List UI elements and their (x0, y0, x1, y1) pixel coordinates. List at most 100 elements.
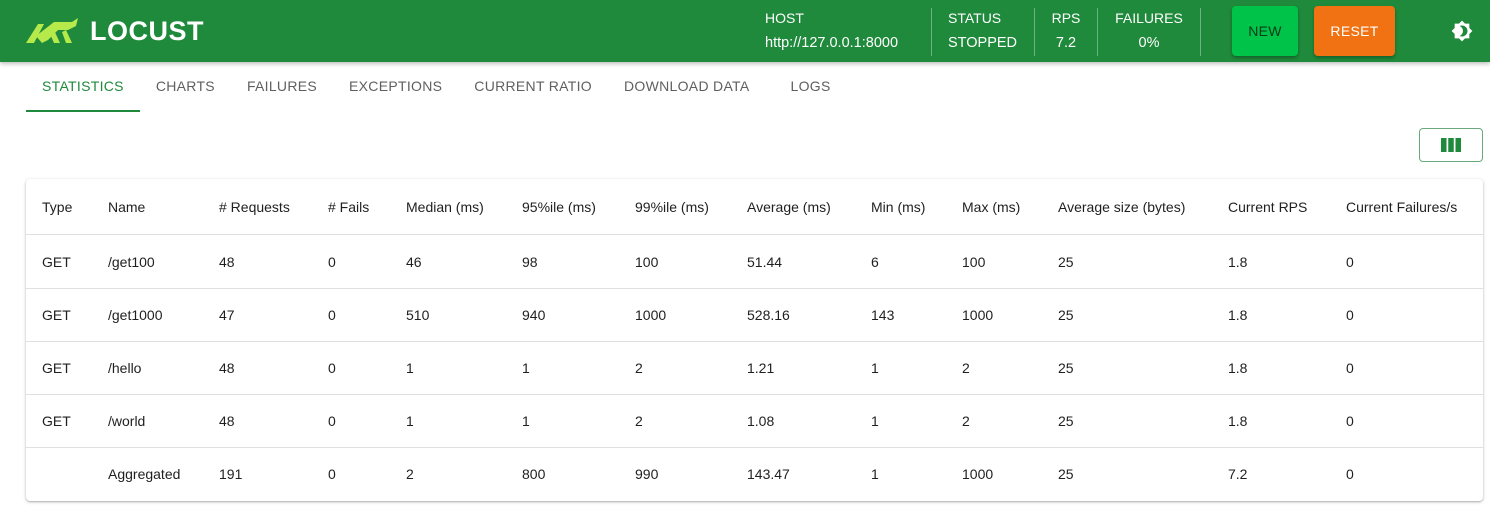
column-header[interactable]: # Fails (328, 179, 369, 235)
status-label: STATUS (948, 10, 1002, 26)
tab-charts[interactable]: CHARTS (140, 62, 231, 111)
column-header[interactable]: Min (ms) (871, 179, 925, 235)
table-cell: 143.47 (747, 466, 790, 482)
table-cell: 25 (1058, 307, 1074, 323)
table-cell: 1.21 (747, 360, 775, 376)
table-cell: 100 (635, 254, 659, 270)
brightness-icon[interactable] (1451, 20, 1473, 42)
tab-statistics[interactable]: STATISTICS (26, 62, 140, 112)
app-name: LOCUST (90, 15, 204, 46)
locust-logo[interactable]: LOCUST (24, 14, 204, 48)
table-cell: 2 (406, 466, 414, 482)
divider (1097, 8, 1098, 56)
table-cell: 2 (635, 360, 643, 376)
column-header[interactable]: Type (42, 179, 72, 235)
table-cell: 800 (522, 466, 546, 482)
host-value: http://127.0.0.1:8000 (765, 35, 899, 51)
table-cell: GET (42, 254, 71, 270)
table-cell: 1.8 (1228, 413, 1248, 429)
columns-button[interactable] (1419, 128, 1483, 162)
failures-label: FAILURES (1115, 10, 1183, 26)
column-header[interactable]: Median (ms) (406, 179, 484, 235)
table-cell: 98 (522, 254, 538, 270)
table-cell: 48 (219, 360, 235, 376)
table-cell: 25 (1058, 413, 1074, 429)
table-cell: 940 (522, 307, 546, 323)
column-header[interactable]: Average size (bytes) (1058, 179, 1185, 235)
table-cell: GET (42, 413, 71, 429)
divider (1034, 8, 1035, 56)
table-cell: 25 (1058, 254, 1074, 270)
tab-failures[interactable]: FAILURES (231, 62, 333, 111)
host-label: HOST (765, 10, 804, 26)
table-cell: 48 (219, 254, 235, 270)
table-cell: 1000 (962, 307, 994, 323)
tab-download-data[interactable]: DOWNLOAD DATA (608, 62, 766, 111)
column-header[interactable]: # Requests (219, 179, 290, 235)
table-cell: 2 (962, 413, 970, 429)
divider (1200, 8, 1201, 56)
rps-label: RPS (1051, 10, 1081, 26)
table-cell: 0 (1346, 360, 1354, 376)
column-header[interactable]: 95%ile (ms) (522, 179, 596, 235)
tab-exceptions[interactable]: EXCEPTIONS (333, 62, 458, 111)
table-cell: 0 (328, 254, 336, 270)
table-cell: /get100 (108, 254, 155, 270)
table-cell: 1 (871, 413, 879, 429)
table-cell: 1.8 (1228, 307, 1248, 323)
table-cell: 7.2 (1228, 466, 1248, 482)
table-cell: /hello (108, 360, 142, 376)
table-cell: 100 (962, 254, 986, 270)
failures-stat: FAILURES 0% (1112, 10, 1186, 51)
table-cell: 25 (1058, 466, 1074, 482)
table-cell: 0 (328, 413, 336, 429)
table-cell: 0 (1346, 413, 1354, 429)
table-cell: 0 (328, 360, 336, 376)
column-header[interactable]: Name (108, 179, 145, 235)
table-cell: 0 (328, 466, 336, 482)
table-cell: 51.44 (747, 254, 783, 270)
table-cell: 510 (406, 307, 430, 323)
tab-logs[interactable]: LOGS (766, 62, 847, 111)
table-cell: GET (42, 360, 71, 376)
table-cell: 1.8 (1228, 254, 1248, 270)
tab-current-ratio[interactable]: CURRENT RATIO (458, 62, 608, 111)
new-button[interactable]: NEW (1232, 6, 1298, 56)
table-cell: 990 (635, 466, 659, 482)
table-cell: 6 (871, 254, 879, 270)
table-row: GET/get1000 47 0 510 940 1000 528.16 143 1000 25 1… (26, 289, 1483, 342)
column-header[interactable]: Max (ms) (962, 179, 1020, 235)
table-cell: 46 (406, 254, 422, 270)
table-cell: 0 (1346, 254, 1354, 270)
table-cell: 1.8 (1228, 360, 1248, 376)
statistics-table: Type Name # Requests # Fails Median (ms) 95%i… (26, 179, 1483, 501)
rps-stat: RPS 7.2 (1048, 10, 1084, 51)
status-value: STOPPED (948, 35, 1018, 51)
table-cell: 48 (219, 413, 235, 429)
table-cell: 1 (871, 466, 879, 482)
table-cell: 0 (1346, 466, 1354, 482)
table-cell: 191 (219, 466, 243, 482)
table-cell: 1 (522, 413, 530, 429)
rps-value: 7.2 (1055, 35, 1077, 51)
table-cell: 2 (962, 360, 970, 376)
failures-value: 0% (1138, 35, 1160, 51)
table-cell: 143 (871, 307, 895, 323)
table-cell: 47 (219, 307, 235, 323)
locust-logo-icon (26, 18, 78, 43)
table-cell: /get1000 (108, 307, 163, 323)
column-header[interactable]: Average (ms) (747, 179, 831, 235)
table-cell: 1 (871, 360, 879, 376)
status-stat: STATUS STOPPED (948, 10, 1017, 51)
column-header[interactable]: Current RPS (1228, 179, 1307, 235)
table-cell: GET (42, 307, 71, 323)
column-header[interactable]: 99%ile (ms) (635, 179, 709, 235)
reset-button[interactable]: RESET (1314, 6, 1395, 56)
table-row: GET/get100 48 0 46 98 100 51.44 6 100 25 1.8 0 (26, 236, 1483, 289)
table-cell: /world (108, 413, 146, 429)
table-cell: 1 (406, 360, 414, 376)
table-cell: Aggregated (108, 466, 181, 482)
table-cell: 2 (635, 413, 643, 429)
column-header[interactable]: Current Failures/s (1346, 179, 1457, 235)
divider (931, 8, 932, 56)
